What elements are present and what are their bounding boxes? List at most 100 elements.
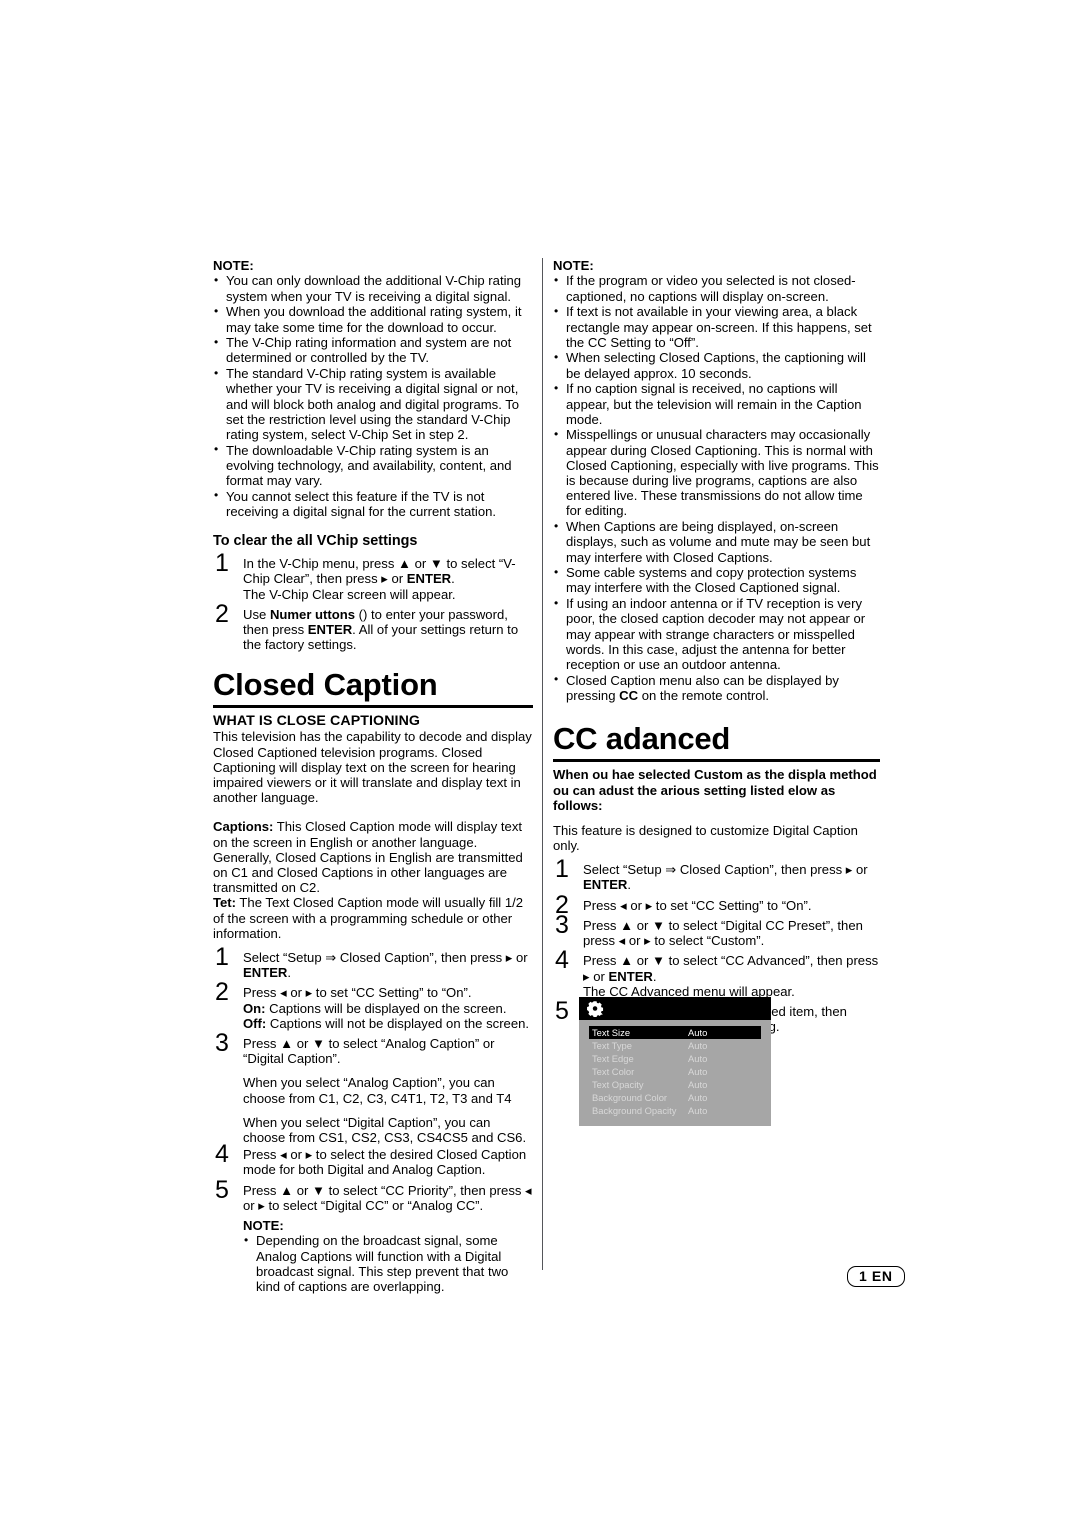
step-text: Press ◂ or ▸ to select the desired Close… [243, 1147, 527, 1178]
note-bullet: When you download the additional rating … [213, 304, 533, 335]
step-number: 1 [215, 943, 229, 972]
step-number: 1 [215, 549, 229, 578]
page-number-badge: 1 EN [847, 1266, 905, 1287]
numbered-step: 2 Use Numer uttons () to enter your passw… [213, 601, 533, 653]
digital-caption-note: When you select “Digital Caption”, you c… [243, 1114, 527, 1146]
osd-item-label: Text Edge [592, 1053, 634, 1064]
cc-advanced-osd-menu: Text Size Auto Text Type Auto Text Edge Auto T… [579, 997, 771, 1126]
note-bullet: You can only download the additional V-C… [213, 273, 533, 304]
osd-titlebar [579, 997, 771, 1020]
column-divider [542, 258, 543, 1270]
note-list-captions: If the program or video you selected is … [553, 273, 880, 703]
osd-menu-item[interactable]: Text Opacity Auto [589, 1078, 761, 1091]
right-column: NOTE: If the program or video you select… [553, 258, 880, 1039]
closed-caption-section: Closed Caption [213, 667, 533, 709]
osd-menu-item[interactable]: Background Color Auto [589, 1091, 761, 1104]
note-bullet: If no caption signal is received, no cap… [553, 381, 880, 427]
osd-menu-item[interactable]: Text Edge Auto [589, 1052, 761, 1065]
analog-caption-note: When you select “Analog Caption”, you ca… [243, 1075, 512, 1106]
numbered-step: 3 Press ▲ or ▼ to select “Analog Caption”… [213, 1031, 533, 1067]
osd-item-label: Text Color [592, 1066, 635, 1077]
title-rule-advanced [553, 759, 880, 763]
note-bullet: When selecting Closed Captions, the capt… [553, 350, 880, 381]
note-bullet: If the program or video you selected is … [553, 273, 880, 304]
numbered-step: 1 Select “Setup ⇒ Closed Caption”, then p… [213, 945, 533, 981]
cc-advanced-intro-bold: When ou hae selected Custom as the displ… [553, 767, 877, 814]
osd-item-value: Auto [688, 1040, 708, 1051]
step-number: 5 [555, 996, 569, 1025]
step-text: Use Numer uttons () to enter your passwo… [243, 606, 519, 653]
step-number: 3 [555, 910, 569, 939]
note-label-vchip: NOTE: [213, 258, 254, 273]
step-text: Select “Setup ⇒ Closed Caption”, then pr… [243, 950, 528, 981]
osd-item-value: Auto [688, 1027, 708, 1038]
osd-menu-item[interactable]: Text Size Auto [589, 1026, 761, 1039]
osd-item-label: Text Opacity [592, 1079, 644, 1090]
note-bullet: You cannot select this feature if the TV… [213, 488, 533, 519]
step-text: Press ▲ or ▼ to select “CC Priority”, th… [243, 1182, 532, 1213]
cc-advanced-intro-body: This feature is designed to customize Di… [553, 822, 858, 854]
numbered-step: 1 In the V-Chip menu, press ▲ or ▼ to sel… [213, 551, 533, 602]
note-bullet: The V-Chip rating information and system… [213, 335, 533, 366]
step-number: 5 [215, 1175, 229, 1204]
step-text: Select “Setup ⇒ Closed Caption”, then pr… [583, 862, 868, 893]
numbered-step: 4 Press ◂ or ▸ to select the desired Clos… [213, 1142, 533, 1178]
left-column: NOTE: You can only download the addition… [213, 258, 533, 1295]
step-text: Press ▲ or ▼ to select “CC Advanced”, th… [583, 953, 879, 999]
captions-definition: Captions: This Closed Caption mode will … [213, 819, 523, 896]
osd-menu-item[interactable]: Text Color Auto [589, 1065, 761, 1078]
osd-item-label: Background Color [592, 1092, 668, 1103]
step-number: 2 [215, 599, 229, 628]
numbered-step: 3 Press ▲ or ▼ to select “Digital CC Pres… [553, 912, 880, 949]
note-bullet: Depending on the broadcast signal, some … [243, 1233, 533, 1294]
note-list-cc: Depending on the broadcast signal, some … [243, 1233, 533, 1294]
what-is-cc-body: This television has the capability to de… [213, 729, 532, 806]
note-bullet: If using an indoor antenna or if TV rece… [553, 596, 880, 672]
step-number: 3 [215, 1029, 229, 1058]
step-text: In the V-Chip menu, press ▲ or ▼ to sele… [243, 556, 516, 602]
numbered-step: 2 Press ◂ or ▸ to set “CC Setting” to “On… [553, 892, 880, 917]
step-text: Press ▲ or ▼ to select “Analog Caption” … [243, 1036, 495, 1067]
numbered-step: 4 Press ▲ or ▼ to select “CC Advanced”, t… [553, 948, 880, 999]
numbered-step: 1 Select “Setup ⇒ Closed Caption”, then p… [553, 857, 880, 893]
text-definition: Tet: The Text Closed Caption mode will u… [213, 895, 524, 941]
step-number: 1 [555, 855, 569, 884]
cc-advanced-section: CC adanced [553, 721, 880, 763]
osd-item-label: Background Opacity [592, 1105, 677, 1116]
manual-page: NOTE: You can only download the addition… [0, 0, 1080, 1527]
osd-item-value: Auto [688, 1053, 708, 1064]
osd-item-value: Auto [688, 1079, 708, 1090]
step-number: 4 [555, 946, 569, 975]
note-list-vchip: You can only download the additional V-C… [213, 273, 533, 519]
step-text: Press ◂ or ▸ to set “CC Setting” to “On”… [243, 985, 530, 1031]
osd-item-value: Auto [688, 1105, 708, 1116]
page-title-cc-advanced: CC adanced [553, 721, 731, 757]
step-text: Press ▲ or ▼ to select “Digital CC Prese… [583, 917, 863, 949]
osd-item-value: Auto [688, 1092, 708, 1103]
note-bullet: The standard V-Chip rating system is ava… [213, 366, 533, 442]
osd-menu-item[interactable]: Background Opacity Auto [589, 1104, 761, 1117]
osd-item-value: Auto [688, 1066, 708, 1077]
cc-setup-steps: 1 Select “Setup ⇒ Closed Caption”, then p… [213, 945, 533, 1067]
osd-item-label: Text Size [592, 1027, 631, 1038]
page-title-closed-caption: Closed Caption [213, 667, 438, 703]
title-rule [213, 705, 533, 709]
note-bullet: If text is not available in your viewing… [553, 304, 880, 350]
note-bullet: The downloadable V-Chip rating system is… [213, 442, 533, 489]
osd-menu-item[interactable]: Text Type Auto [589, 1039, 761, 1052]
step-text: Press ◂ or ▸ to set “CC Setting” to “On”… [583, 897, 812, 913]
note-label-cc: NOTE: [243, 1218, 284, 1234]
note-bullet: Misspellings or unusual characters may o… [553, 427, 880, 519]
cc-setup-steps-continued: 4 Press ◂ or ▸ to select the desired Clos… [213, 1142, 533, 1213]
numbered-step: 2 Press ◂ or ▸ to set “CC Setting” to “On… [213, 980, 533, 1031]
note-bullet: When Captions are being displayed, on-sc… [553, 519, 880, 565]
note-bullet: Some cable systems and copy protection s… [553, 565, 880, 596]
gear-icon [587, 1001, 604, 1017]
clear-vchip-steps: 1 In the V-Chip menu, press ▲ or ▼ to sel… [213, 551, 533, 653]
note-bullet: Closed Caption menu also can be displaye… [553, 672, 880, 703]
step-number: 4 [215, 1140, 229, 1169]
osd-row-list: Text Size Auto Text Type Auto Text Edge Auto T… [579, 1020, 771, 1126]
clear-vchip-heading: To clear the all VChip settings [213, 533, 418, 550]
osd-item-label: Text Type [592, 1040, 632, 1051]
numbered-step: 5 Press ▲ or ▼ to select “CC Priority”, t… [213, 1177, 533, 1213]
